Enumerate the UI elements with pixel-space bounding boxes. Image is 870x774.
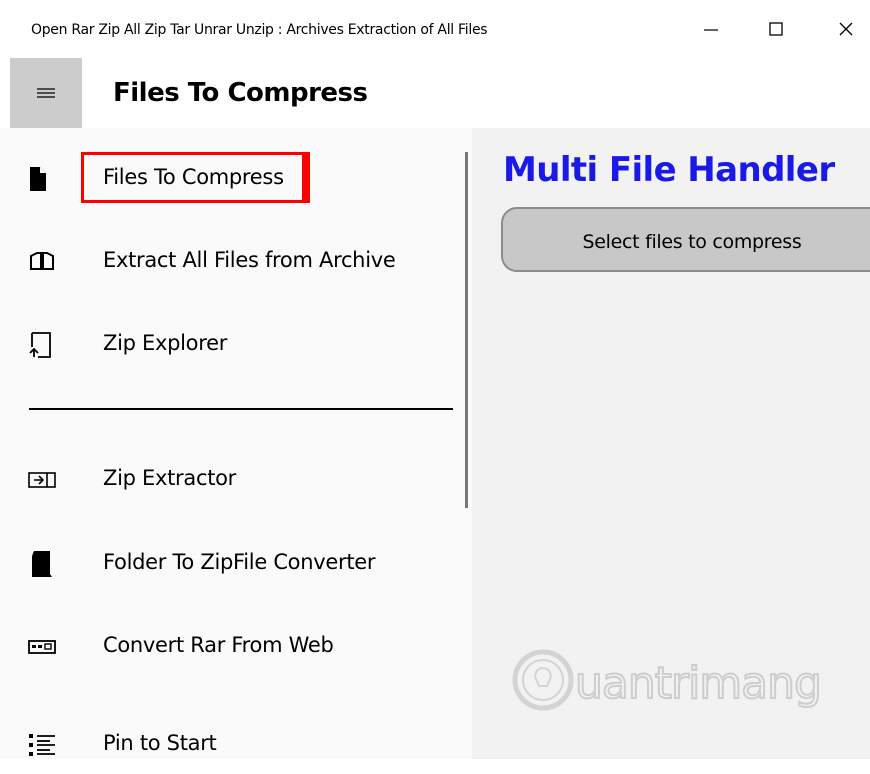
minimize-button[interactable] [691,14,731,44]
window-title: Open Rar Zip All Zip Tar Unrar Unzip : A… [31,22,488,38]
list-pin-icon [28,732,56,758]
app-header: Files To Compress [0,58,870,128]
folder-explorer-icon [28,332,56,358]
content-title: Multi File Handler [503,150,835,190]
maximize-button[interactable] [756,14,796,44]
navigation-pane: Files To Compress Extract All Files from… [0,128,472,759]
nav-item-label: Zip Extractor [103,466,237,490]
nav-item-label: Convert Rar From Web [103,633,334,657]
nav-item-pin-to-start[interactable]: Pin to Start [0,714,460,774]
minimize-icon [704,29,718,31]
nav-item-folder-to-zipfile[interactable]: Folder To ZipFile Converter [0,533,460,593]
select-files-button-label: Select files to compress [582,231,802,253]
watermark-logo: uantrimang [503,640,833,720]
document-icon [28,166,56,192]
nav-item-label: Extract All Files from Archive [103,248,396,272]
open-book-icon [28,249,56,275]
page-title: Files To Compress [113,78,368,108]
nav-item-label: Folder To ZipFile Converter [103,550,376,574]
select-files-button[interactable]: Select files to compress [501,207,870,272]
nav-item-label: Zip Explorer [103,331,228,355]
nav-scrollbar[interactable] [465,152,468,508]
maximize-icon [769,22,783,36]
nav-item-zip-explorer[interactable]: Zip Explorer [0,314,460,374]
hamburger-menu-button[interactable] [10,58,82,128]
close-button[interactable] [826,14,866,44]
nav-item-extract-all-files[interactable]: Extract All Files from Archive [0,231,460,291]
extract-icon [28,467,56,493]
nav-item-label: Pin to Start [103,731,217,755]
nav-item-zip-extractor[interactable]: Zip Extractor [0,449,460,509]
web-convert-icon [28,634,56,660]
nav-divider [29,408,453,410]
folder-zip-icon [28,551,56,577]
hamburger-icon [37,88,55,98]
title-bar: Open Rar Zip All Zip Tar Unrar Unzip : A… [0,0,870,58]
selection-highlight [81,152,310,203]
nav-item-convert-rar-from-web[interactable]: Convert Rar From Web [0,616,460,676]
close-icon [839,22,853,36]
svg-text:uantrimang: uantrimang [575,658,821,709]
